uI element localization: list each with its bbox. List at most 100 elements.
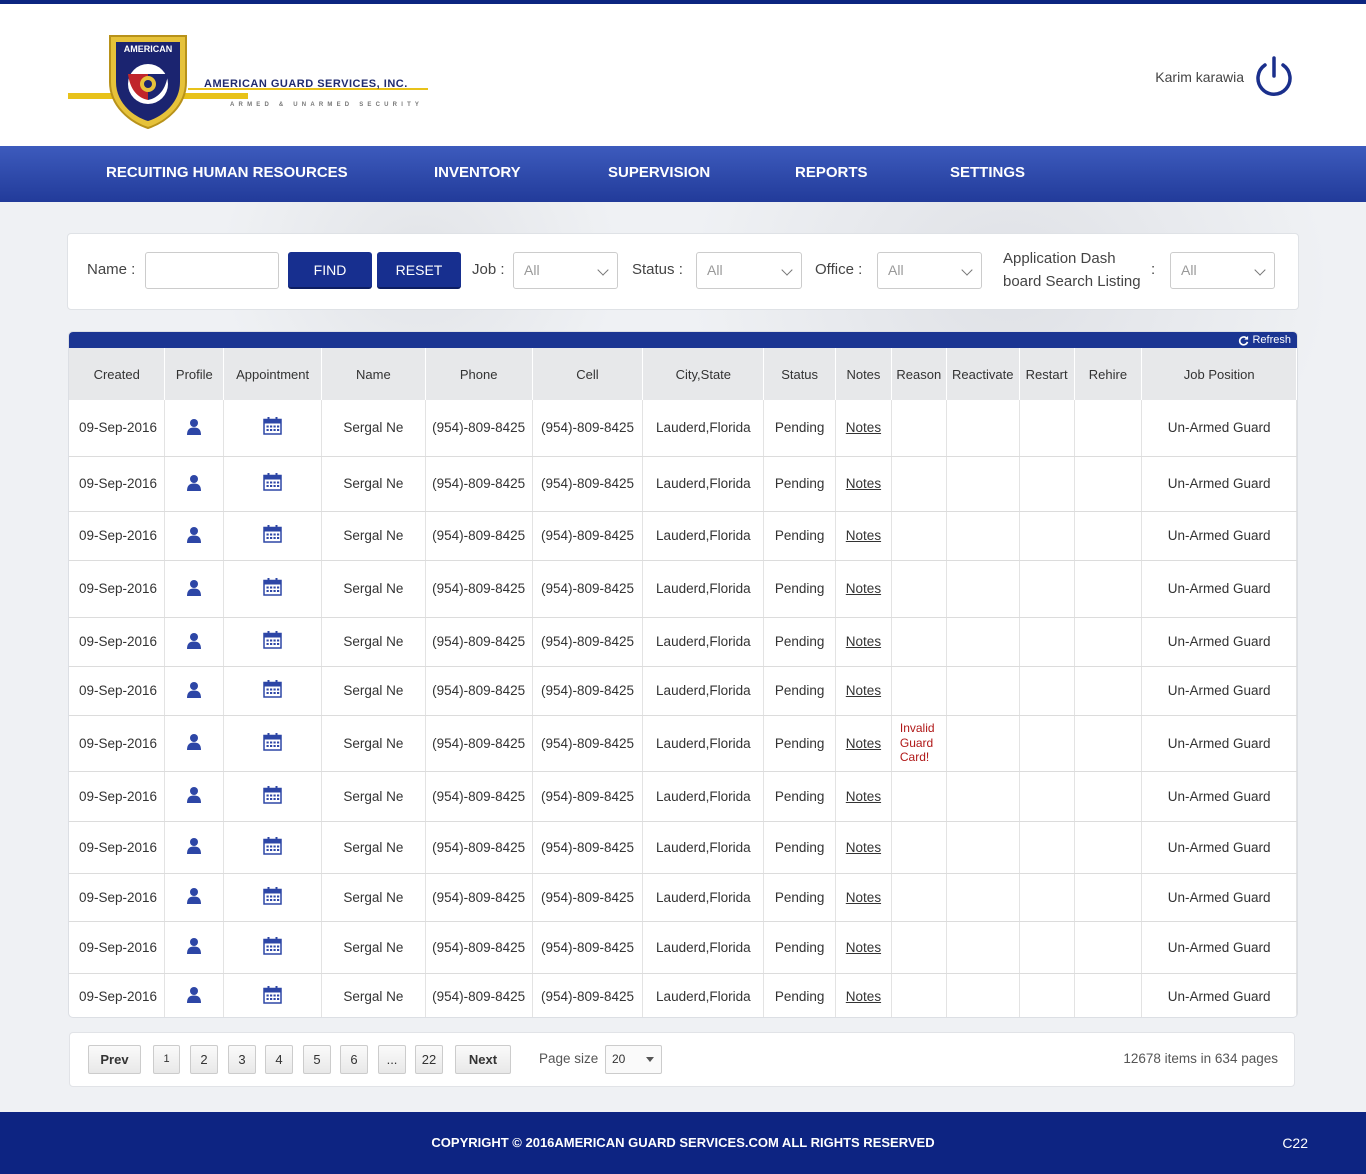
find-button[interactable]: FIND	[288, 252, 372, 289]
next-page-button[interactable]: Next	[455, 1045, 511, 1074]
cell-reactivate[interactable]	[946, 921, 1020, 974]
cell-appointment[interactable]	[223, 715, 323, 772]
calendar-icon[interactable]	[263, 886, 282, 908]
page-button-4[interactable]: 4	[265, 1045, 293, 1074]
calendar-icon[interactable]	[263, 732, 282, 754]
calendar-icon[interactable]	[263, 578, 282, 599]
cell-profile[interactable]	[164, 973, 225, 1017]
user-icon[interactable]	[186, 887, 202, 907]
notes-link[interactable]: Notes	[846, 683, 881, 698]
cell-restart[interactable]	[1019, 921, 1075, 974]
notes-link[interactable]: Notes	[846, 634, 881, 649]
nav-reports[interactable]: REPORTS	[795, 146, 868, 202]
cell-restart[interactable]	[1019, 821, 1075, 874]
cell-profile[interactable]	[164, 560, 225, 618]
cell-appointment[interactable]	[223, 560, 323, 618]
notes-link[interactable]: Notes	[846, 890, 881, 905]
user-icon[interactable]	[186, 986, 202, 1006]
notes-link[interactable]: Notes	[846, 840, 881, 855]
cell-rehire[interactable]	[1074, 715, 1143, 772]
user-icon[interactable]	[186, 937, 202, 957]
nav-inventory[interactable]: INVENTORY	[434, 146, 521, 202]
cell-rehire[interactable]	[1074, 973, 1143, 1017]
page-button-2[interactable]: 2	[190, 1045, 218, 1074]
cell-rehire[interactable]	[1074, 873, 1143, 922]
cell-restart[interactable]	[1019, 400, 1075, 457]
reset-button[interactable]: RESET	[377, 252, 461, 289]
job-select[interactable]: All	[513, 252, 618, 289]
cell-appointment[interactable]	[223, 666, 323, 716]
notes-link[interactable]: Notes	[846, 789, 881, 804]
calendar-icon[interactable]	[263, 525, 282, 546]
col-appointment[interactable]: Appointment	[223, 348, 323, 400]
cell-appointment[interactable]	[223, 873, 323, 922]
calendar-icon[interactable]	[263, 680, 282, 701]
nav-settings[interactable]: SETTINGS	[950, 146, 1025, 202]
user-icon[interactable]	[186, 418, 202, 438]
col-restart[interactable]: Restart	[1019, 348, 1075, 400]
col-cell[interactable]: Cell	[532, 348, 644, 400]
cell-reactivate[interactable]	[946, 666, 1020, 716]
page-button-3[interactable]: 3	[228, 1045, 256, 1074]
col-reason[interactable]: Reason	[891, 348, 947, 400]
cell-restart[interactable]	[1019, 771, 1075, 822]
user-icon[interactable]	[186, 786, 202, 806]
col-name[interactable]: Name	[321, 348, 426, 400]
cell-profile[interactable]	[164, 617, 225, 667]
cell-appointment[interactable]	[223, 771, 323, 822]
prev-page-button[interactable]: Prev	[88, 1045, 141, 1074]
user-icon[interactable]	[186, 733, 202, 753]
listing-select[interactable]: All	[1170, 252, 1275, 289]
notes-link[interactable]: Notes	[846, 420, 881, 435]
cell-rehire[interactable]	[1074, 511, 1143, 561]
cell-restart[interactable]	[1019, 666, 1075, 716]
cell-rehire[interactable]	[1074, 666, 1143, 716]
col-notes[interactable]: Notes	[835, 348, 892, 400]
cell-appointment[interactable]	[223, 821, 323, 874]
company-logo[interactable]: AMERICAN AMERICAN GUARD SERVICES, INC. A…	[68, 28, 428, 136]
col-rehire[interactable]: Rehire	[1074, 348, 1143, 400]
calendar-icon[interactable]	[263, 936, 282, 958]
status-select[interactable]: All	[696, 252, 802, 289]
calendar-icon[interactable]	[263, 985, 282, 1007]
cell-rehire[interactable]	[1074, 617, 1143, 667]
page-ellipsis-button[interactable]: ...	[378, 1045, 406, 1074]
user-icon[interactable]	[186, 526, 202, 546]
cell-reactivate[interactable]	[946, 617, 1020, 667]
cell-reactivate[interactable]	[946, 715, 1020, 772]
office-select[interactable]: All	[877, 252, 982, 289]
cell-reactivate[interactable]	[946, 456, 1020, 512]
cell-profile[interactable]	[164, 400, 225, 457]
cell-restart[interactable]	[1019, 511, 1075, 561]
name-input[interactable]	[145, 252, 279, 289]
cell-appointment[interactable]	[223, 973, 323, 1017]
power-icon[interactable]	[1252, 55, 1296, 99]
cell-appointment[interactable]	[223, 617, 323, 667]
page-button-1[interactable]: 1	[153, 1045, 180, 1074]
user-icon[interactable]	[186, 837, 202, 857]
user-icon[interactable]	[186, 474, 202, 494]
cell-restart[interactable]	[1019, 456, 1075, 512]
cell-profile[interactable]	[164, 921, 225, 974]
cell-profile[interactable]	[164, 666, 225, 716]
cell-appointment[interactable]	[223, 921, 323, 974]
col-job-position[interactable]: Job Position	[1141, 348, 1297, 400]
cell-restart[interactable]	[1019, 873, 1075, 922]
cell-reactivate[interactable]	[946, 560, 1020, 618]
cell-restart[interactable]	[1019, 715, 1075, 772]
cell-reactivate[interactable]	[946, 821, 1020, 874]
cell-reactivate[interactable]	[946, 873, 1020, 922]
cell-profile[interactable]	[164, 456, 225, 512]
nav-recruiting-hr[interactable]: RECUITING HUMAN RESOURCES	[106, 146, 348, 202]
col-phone[interactable]: Phone	[425, 348, 533, 400]
col-status[interactable]: Status	[763, 348, 837, 400]
cell-appointment[interactable]	[223, 400, 323, 457]
cell-appointment[interactable]	[223, 511, 323, 561]
cell-profile[interactable]	[164, 715, 225, 772]
cell-rehire[interactable]	[1074, 771, 1143, 822]
calendar-icon[interactable]	[263, 836, 282, 858]
page-size-select[interactable]: 20	[605, 1045, 662, 1074]
notes-link[interactable]: Notes	[846, 476, 881, 491]
cell-appointment[interactable]	[223, 456, 323, 512]
calendar-icon[interactable]	[263, 417, 282, 438]
